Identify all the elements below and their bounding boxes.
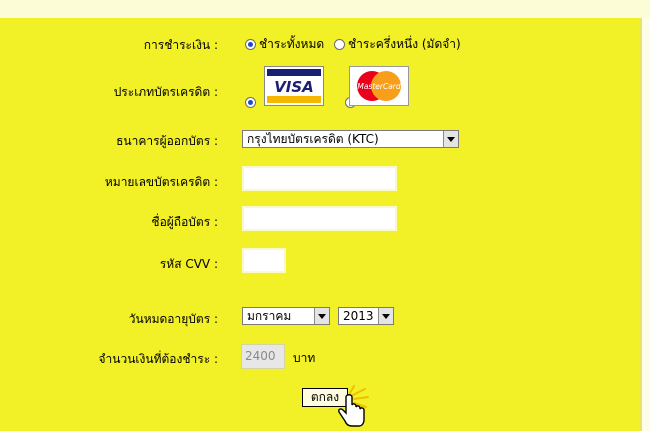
card-number-label: หมายเลขบัตรเครดิต : xyxy=(104,175,218,189)
chevron-down-icon xyxy=(378,308,393,324)
holder-name-label: ชื่อผู้ถือบัตร : xyxy=(151,215,218,229)
payment-half-label: ชำระครึ่งหนึ่ง (มัดจำ) xyxy=(347,37,461,51)
payment-options: ชำระทั้งหมด ชำระครึ่งหนึ่ง (มัดจำ) xyxy=(245,35,461,54)
amount-field: 2400 xyxy=(241,344,285,369)
bank-select-value: กรุงไทยบัตรเครดิต (KTC) xyxy=(247,132,379,146)
expiry-label: วันหมดอายุบัตร : xyxy=(128,312,218,326)
bank-label: ธนาคารผู้ออกบัตร : xyxy=(116,134,218,148)
hand-pointer-icon xyxy=(338,385,369,427)
holder-name-input[interactable] xyxy=(242,206,397,231)
mastercard-logo: MasterCard xyxy=(349,66,409,106)
chevron-down-icon xyxy=(443,131,458,147)
card-type-visa-radio[interactable] xyxy=(245,97,256,108)
visa-card-logo: VISA xyxy=(264,66,324,106)
card-number-input[interactable] xyxy=(242,166,397,191)
amount-unit: บาท xyxy=(293,351,316,365)
visa-logo-icon: VISA xyxy=(265,67,323,105)
expiry-year-value: 2013 xyxy=(343,309,374,323)
bank-select[interactable]: กรุงไทยบัตรเครดิต (KTC) xyxy=(242,130,459,148)
expiry-month-value: มกราคม xyxy=(247,309,292,323)
cvv-label: รหัส CVV : xyxy=(159,257,218,271)
expiry-month-select[interactable]: มกราคม xyxy=(242,307,330,325)
mastercard-logo-icon: MasterCard xyxy=(350,67,408,105)
top-strip xyxy=(0,0,650,18)
payment-full-radio[interactable] xyxy=(245,39,256,50)
payment-label: การชำระเงิน : xyxy=(143,38,218,52)
card-type-label: ประเภทบัตรเครดิต : xyxy=(113,85,218,99)
chevron-down-icon xyxy=(314,308,329,324)
expiry-year-select[interactable]: 2013 xyxy=(338,307,394,325)
payment-full-label: ชำระทั้งหมด xyxy=(259,37,325,51)
cvv-input[interactable] xyxy=(242,248,286,273)
payment-half-radio[interactable] xyxy=(333,39,345,50)
visa-logo-text: VISA xyxy=(274,78,314,96)
amount-label: จำนวนเงินที่ต้องชำระ : xyxy=(98,352,218,366)
mastercard-logo-text: MasterCard xyxy=(357,82,401,91)
